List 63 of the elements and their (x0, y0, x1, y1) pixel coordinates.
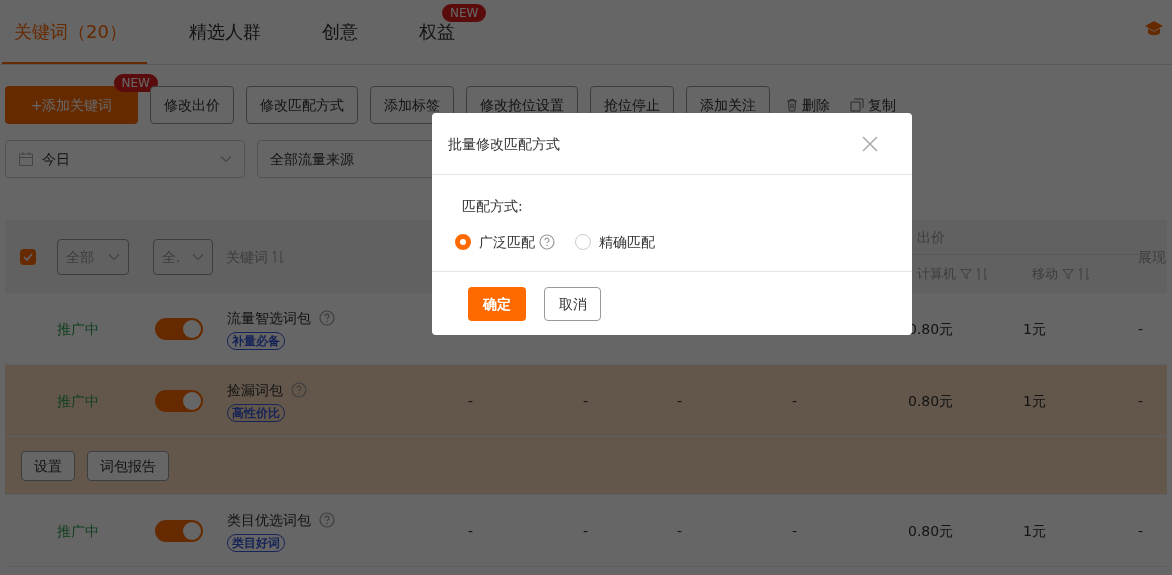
radio-option[interactable]: 广泛匹配 (455, 232, 535, 252)
delete-button[interactable]: 删除 (782, 86, 834, 124)
table-cell: - (677, 522, 683, 539)
help-icon (291, 381, 307, 398)
source-value: 全部流量来源 (270, 150, 354, 169)
keyword-package-name: 捡漏词包 (227, 380, 283, 400)
sort-icon[interactable] (976, 267, 988, 281)
toolbar-button[interactable]: 添加标签 (370, 86, 454, 124)
filter-icon[interactable] (960, 268, 972, 280)
confirm-button[interactable]: 确定 (468, 286, 526, 321)
toolbar-button[interactable]: 修改出价 (150, 86, 234, 124)
copy-icon (850, 98, 864, 112)
sort-icon[interactable] (1078, 267, 1090, 281)
table-cell: - (1138, 320, 1144, 337)
status-text: 推广中 (57, 320, 99, 337)
toggle-switch[interactable] (155, 519, 203, 542)
help-icon (319, 309, 335, 326)
status-text: 推广中 (57, 522, 99, 539)
sort-icon[interactable] (272, 249, 284, 264)
help-icon (319, 511, 335, 528)
row-action-button[interactable]: 词包报告 (87, 450, 169, 481)
table-cell: - (1138, 392, 1144, 409)
table-cell: - (1138, 522, 1144, 539)
tab[interactable]: 关键词（20） (2, 1, 147, 64)
new-badge: NEW (442, 4, 487, 22)
select-all-checkbox[interactable] (20, 248, 36, 265)
calendar-icon (18, 151, 34, 167)
table-cell: 0.80元 (908, 392, 954, 409)
date-select[interactable]: 今日 (5, 140, 245, 178)
keyword-package-name: 流量智选词包 (227, 308, 311, 328)
table-cell: 1元 (1023, 522, 1046, 539)
add-keyword-button[interactable]: +添加关键词 (5, 86, 138, 124)
close-icon[interactable] (862, 135, 878, 152)
keyword-package-name: 类目优选词包 (227, 510, 311, 530)
table-cell: - (468, 522, 474, 539)
table-cell: - (792, 522, 798, 539)
chevron-down-icon (220, 155, 232, 163)
table-cell: - (583, 522, 589, 539)
chevron-down-icon (108, 252, 120, 261)
toggle-switch[interactable] (155, 317, 203, 340)
table-cell: 1元 (1023, 392, 1046, 409)
status-text: 推广中 (57, 392, 99, 409)
table-cell: - (468, 392, 474, 409)
copy-button[interactable]: 复制 (846, 86, 900, 124)
cancel-button[interactable]: 取消 (544, 286, 601, 321)
graduation-cap-icon[interactable] (1144, 20, 1164, 38)
row-action-button[interactable]: 设置 (21, 450, 75, 481)
chevron-down-icon (192, 252, 204, 261)
table-cell: - (792, 392, 798, 409)
toggle-switch[interactable] (155, 389, 203, 412)
checkmark-icon (23, 252, 33, 261)
filter-icon[interactable] (1062, 268, 1074, 280)
field-label: 匹配方式: (462, 197, 524, 216)
table-cell: 1元 (1023, 320, 1046, 337)
table-cell: - (583, 392, 589, 409)
tab[interactable]: 精选人群 (177, 1, 273, 64)
tab[interactable]: 创意 (310, 1, 370, 64)
table-cell: 0.80元 (908, 522, 954, 539)
table-cell: - (677, 392, 683, 409)
radio-option[interactable]: 精确匹配 (575, 232, 655, 252)
date-value: 今日 (42, 150, 71, 169)
toolbar-button[interactable]: 修改匹配方式 (246, 86, 358, 124)
trash-icon (786, 98, 798, 112)
